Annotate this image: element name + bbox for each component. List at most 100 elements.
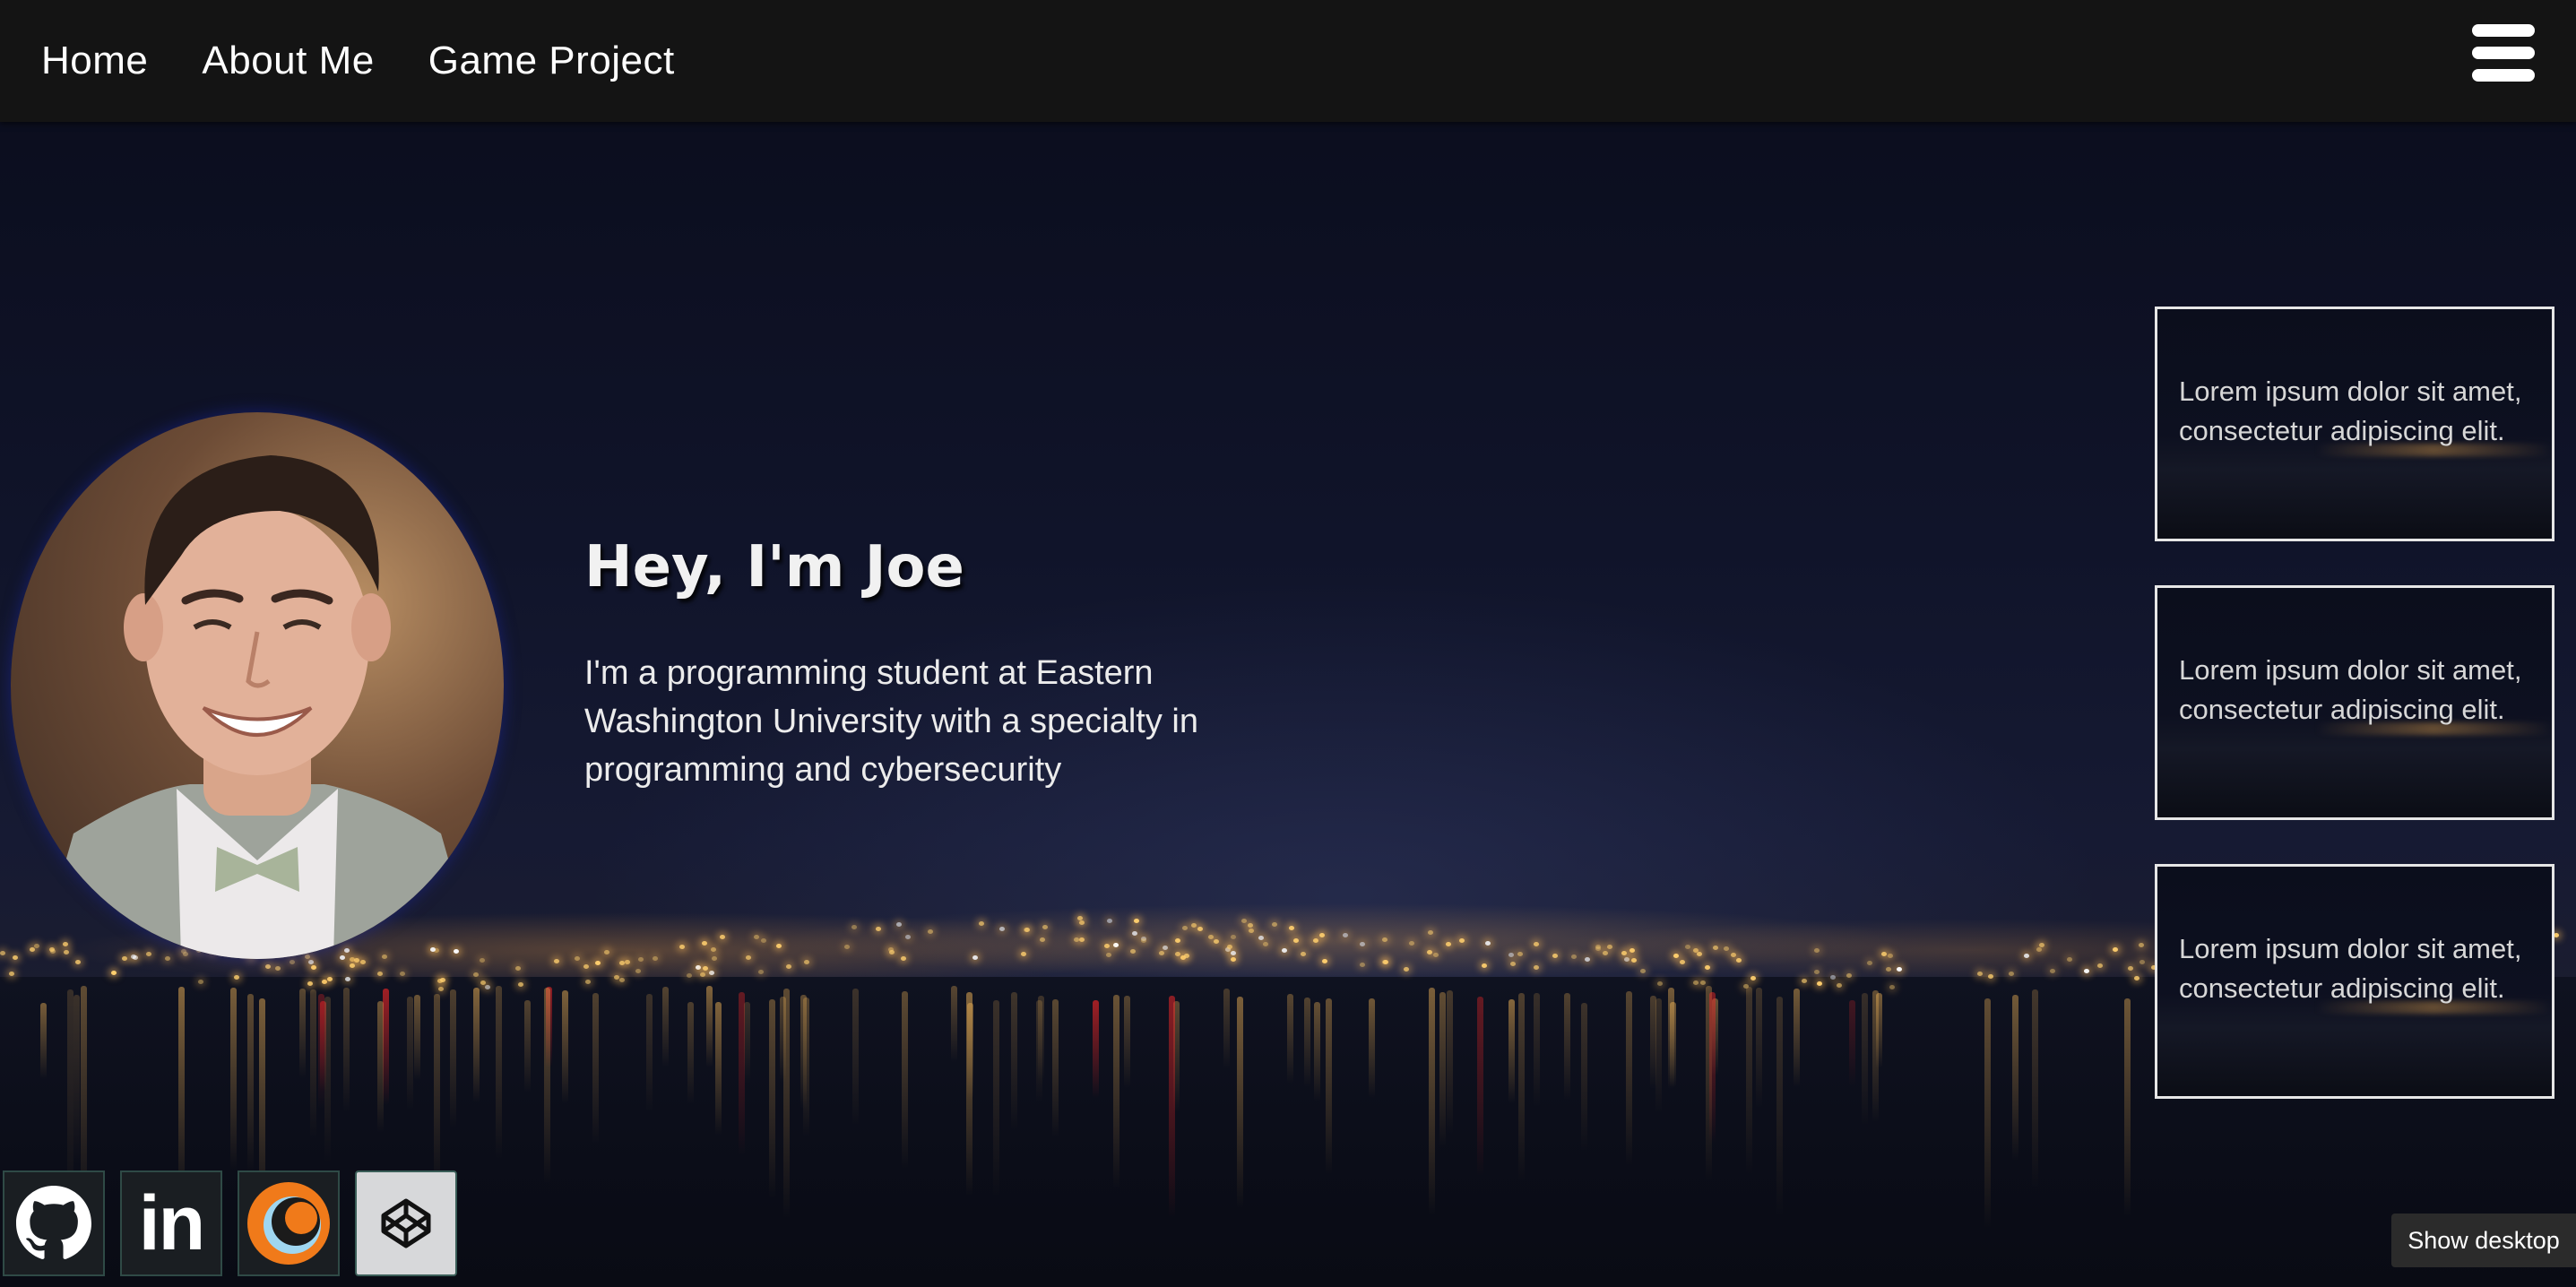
city-light bbox=[687, 973, 692, 978]
hero-title: Hey, I'm Joe bbox=[584, 534, 964, 600]
city-light bbox=[1313, 938, 1318, 943]
light-reflection bbox=[2124, 998, 2131, 1217]
light-reflection bbox=[706, 986, 713, 1067]
city-light bbox=[480, 980, 486, 985]
info-card[interactable]: Lorem ipsum dolor sit amet, consectetur … bbox=[2155, 585, 2554, 820]
city-light bbox=[1227, 945, 1232, 949]
city-light bbox=[1208, 935, 1214, 939]
light-reflection bbox=[1223, 989, 1230, 1069]
light-reflection bbox=[299, 989, 306, 1078]
linkedin-link[interactable]: in bbox=[120, 1170, 222, 1276]
city-light bbox=[2139, 943, 2144, 947]
city-light bbox=[1482, 963, 1487, 968]
light-reflection bbox=[40, 1003, 47, 1079]
city-light bbox=[345, 977, 350, 981]
city-light bbox=[122, 956, 127, 961]
city-light bbox=[322, 980, 327, 984]
city-light bbox=[1629, 948, 1635, 953]
codepen-icon bbox=[381, 1198, 431, 1248]
city-light bbox=[653, 956, 658, 961]
city-light bbox=[1837, 983, 1842, 988]
city-light bbox=[702, 941, 707, 946]
city-light bbox=[382, 954, 387, 959]
city-light bbox=[440, 978, 445, 982]
city-light bbox=[63, 942, 68, 946]
city-light bbox=[290, 960, 295, 964]
light-reflection bbox=[1776, 997, 1783, 1216]
light-reflection bbox=[383, 989, 389, 1105]
city-light bbox=[1263, 942, 1268, 946]
light-reflection bbox=[450, 989, 456, 1128]
city-light bbox=[889, 950, 895, 954]
city-light bbox=[308, 960, 314, 964]
navbar: Home About Me Game Project bbox=[0, 0, 2576, 122]
hamburger-line bbox=[2472, 69, 2535, 82]
portrait-photo bbox=[11, 412, 504, 959]
portfolio-link[interactable] bbox=[238, 1170, 340, 1276]
light-reflection bbox=[562, 990, 568, 1103]
city-light bbox=[1459, 938, 1465, 943]
orange-ring-icon bbox=[247, 1182, 330, 1265]
city-light bbox=[480, 958, 485, 963]
city-light bbox=[75, 960, 81, 964]
card-text: Lorem ipsum dolor sit amet, consectetur … bbox=[2179, 933, 2522, 1004]
city-light bbox=[1705, 965, 1710, 970]
city-light bbox=[2039, 943, 2044, 947]
city-light bbox=[1113, 943, 1119, 947]
city-light bbox=[1360, 963, 1365, 967]
city-light bbox=[1134, 919, 1139, 923]
city-light bbox=[1621, 951, 1627, 955]
portrait-illustration bbox=[38, 455, 477, 959]
city-light bbox=[2067, 957, 2072, 962]
light-reflection bbox=[1518, 993, 1525, 1182]
city-light bbox=[1132, 931, 1137, 936]
city-light bbox=[1042, 925, 1048, 929]
light-reflection bbox=[852, 989, 859, 1127]
github-icon bbox=[16, 1186, 91, 1259]
city-light bbox=[1319, 933, 1325, 937]
github-link[interactable] bbox=[3, 1170, 105, 1276]
city-light bbox=[1508, 953, 1514, 957]
city-light bbox=[804, 960, 809, 964]
city-light bbox=[1231, 935, 1236, 939]
hamburger-line bbox=[2472, 24, 2535, 37]
city-light bbox=[1657, 981, 1663, 986]
city-light bbox=[1517, 952, 1523, 956]
light-reflection bbox=[544, 988, 550, 1184]
city-light bbox=[1977, 972, 1983, 976]
city-light bbox=[2084, 969, 2089, 973]
city-light bbox=[275, 966, 281, 971]
light-reflection bbox=[662, 987, 669, 1067]
light-reflection bbox=[1581, 1003, 1587, 1152]
city-light bbox=[344, 948, 350, 953]
info-card[interactable]: Lorem ipsum dolor sit amet, consectetur … bbox=[2155, 307, 2554, 541]
show-desktop-button[interactable]: Show desktop bbox=[2391, 1214, 2576, 1267]
city-light bbox=[1897, 967, 1902, 972]
nav-link-home[interactable]: Home bbox=[41, 39, 148, 83]
hamburger-menu-icon[interactable] bbox=[2472, 24, 2535, 82]
city-light bbox=[165, 956, 170, 961]
info-cards: Lorem ipsum dolor sit amet, consectetur … bbox=[2155, 307, 2560, 1143]
city-light bbox=[1693, 980, 1699, 985]
city-light bbox=[2134, 976, 2139, 980]
city-light bbox=[1685, 945, 1690, 949]
city-light bbox=[1360, 942, 1365, 946]
city-light bbox=[1446, 942, 1451, 946]
codepen-link[interactable] bbox=[355, 1170, 457, 1276]
info-card[interactable]: Lorem ipsum dolor sit amet, consectetur … bbox=[2155, 864, 2554, 1099]
city-light bbox=[1409, 941, 1414, 946]
city-light bbox=[454, 949, 459, 954]
light-reflection bbox=[1794, 989, 1800, 1087]
nav-link-about-me[interactable]: About Me bbox=[202, 39, 374, 83]
city-light bbox=[1322, 959, 1327, 963]
city-light bbox=[905, 935, 911, 939]
light-reflection bbox=[1447, 990, 1453, 1135]
light-reflection bbox=[1984, 998, 1991, 1229]
city-light bbox=[1697, 952, 1702, 956]
social-links: in bbox=[3, 1170, 457, 1276]
light-reflection bbox=[1756, 988, 1762, 1108]
city-light bbox=[554, 959, 559, 963]
city-light bbox=[327, 977, 333, 981]
nav-link-game-project[interactable]: Game Project bbox=[428, 39, 675, 83]
city-light bbox=[1585, 957, 1590, 962]
